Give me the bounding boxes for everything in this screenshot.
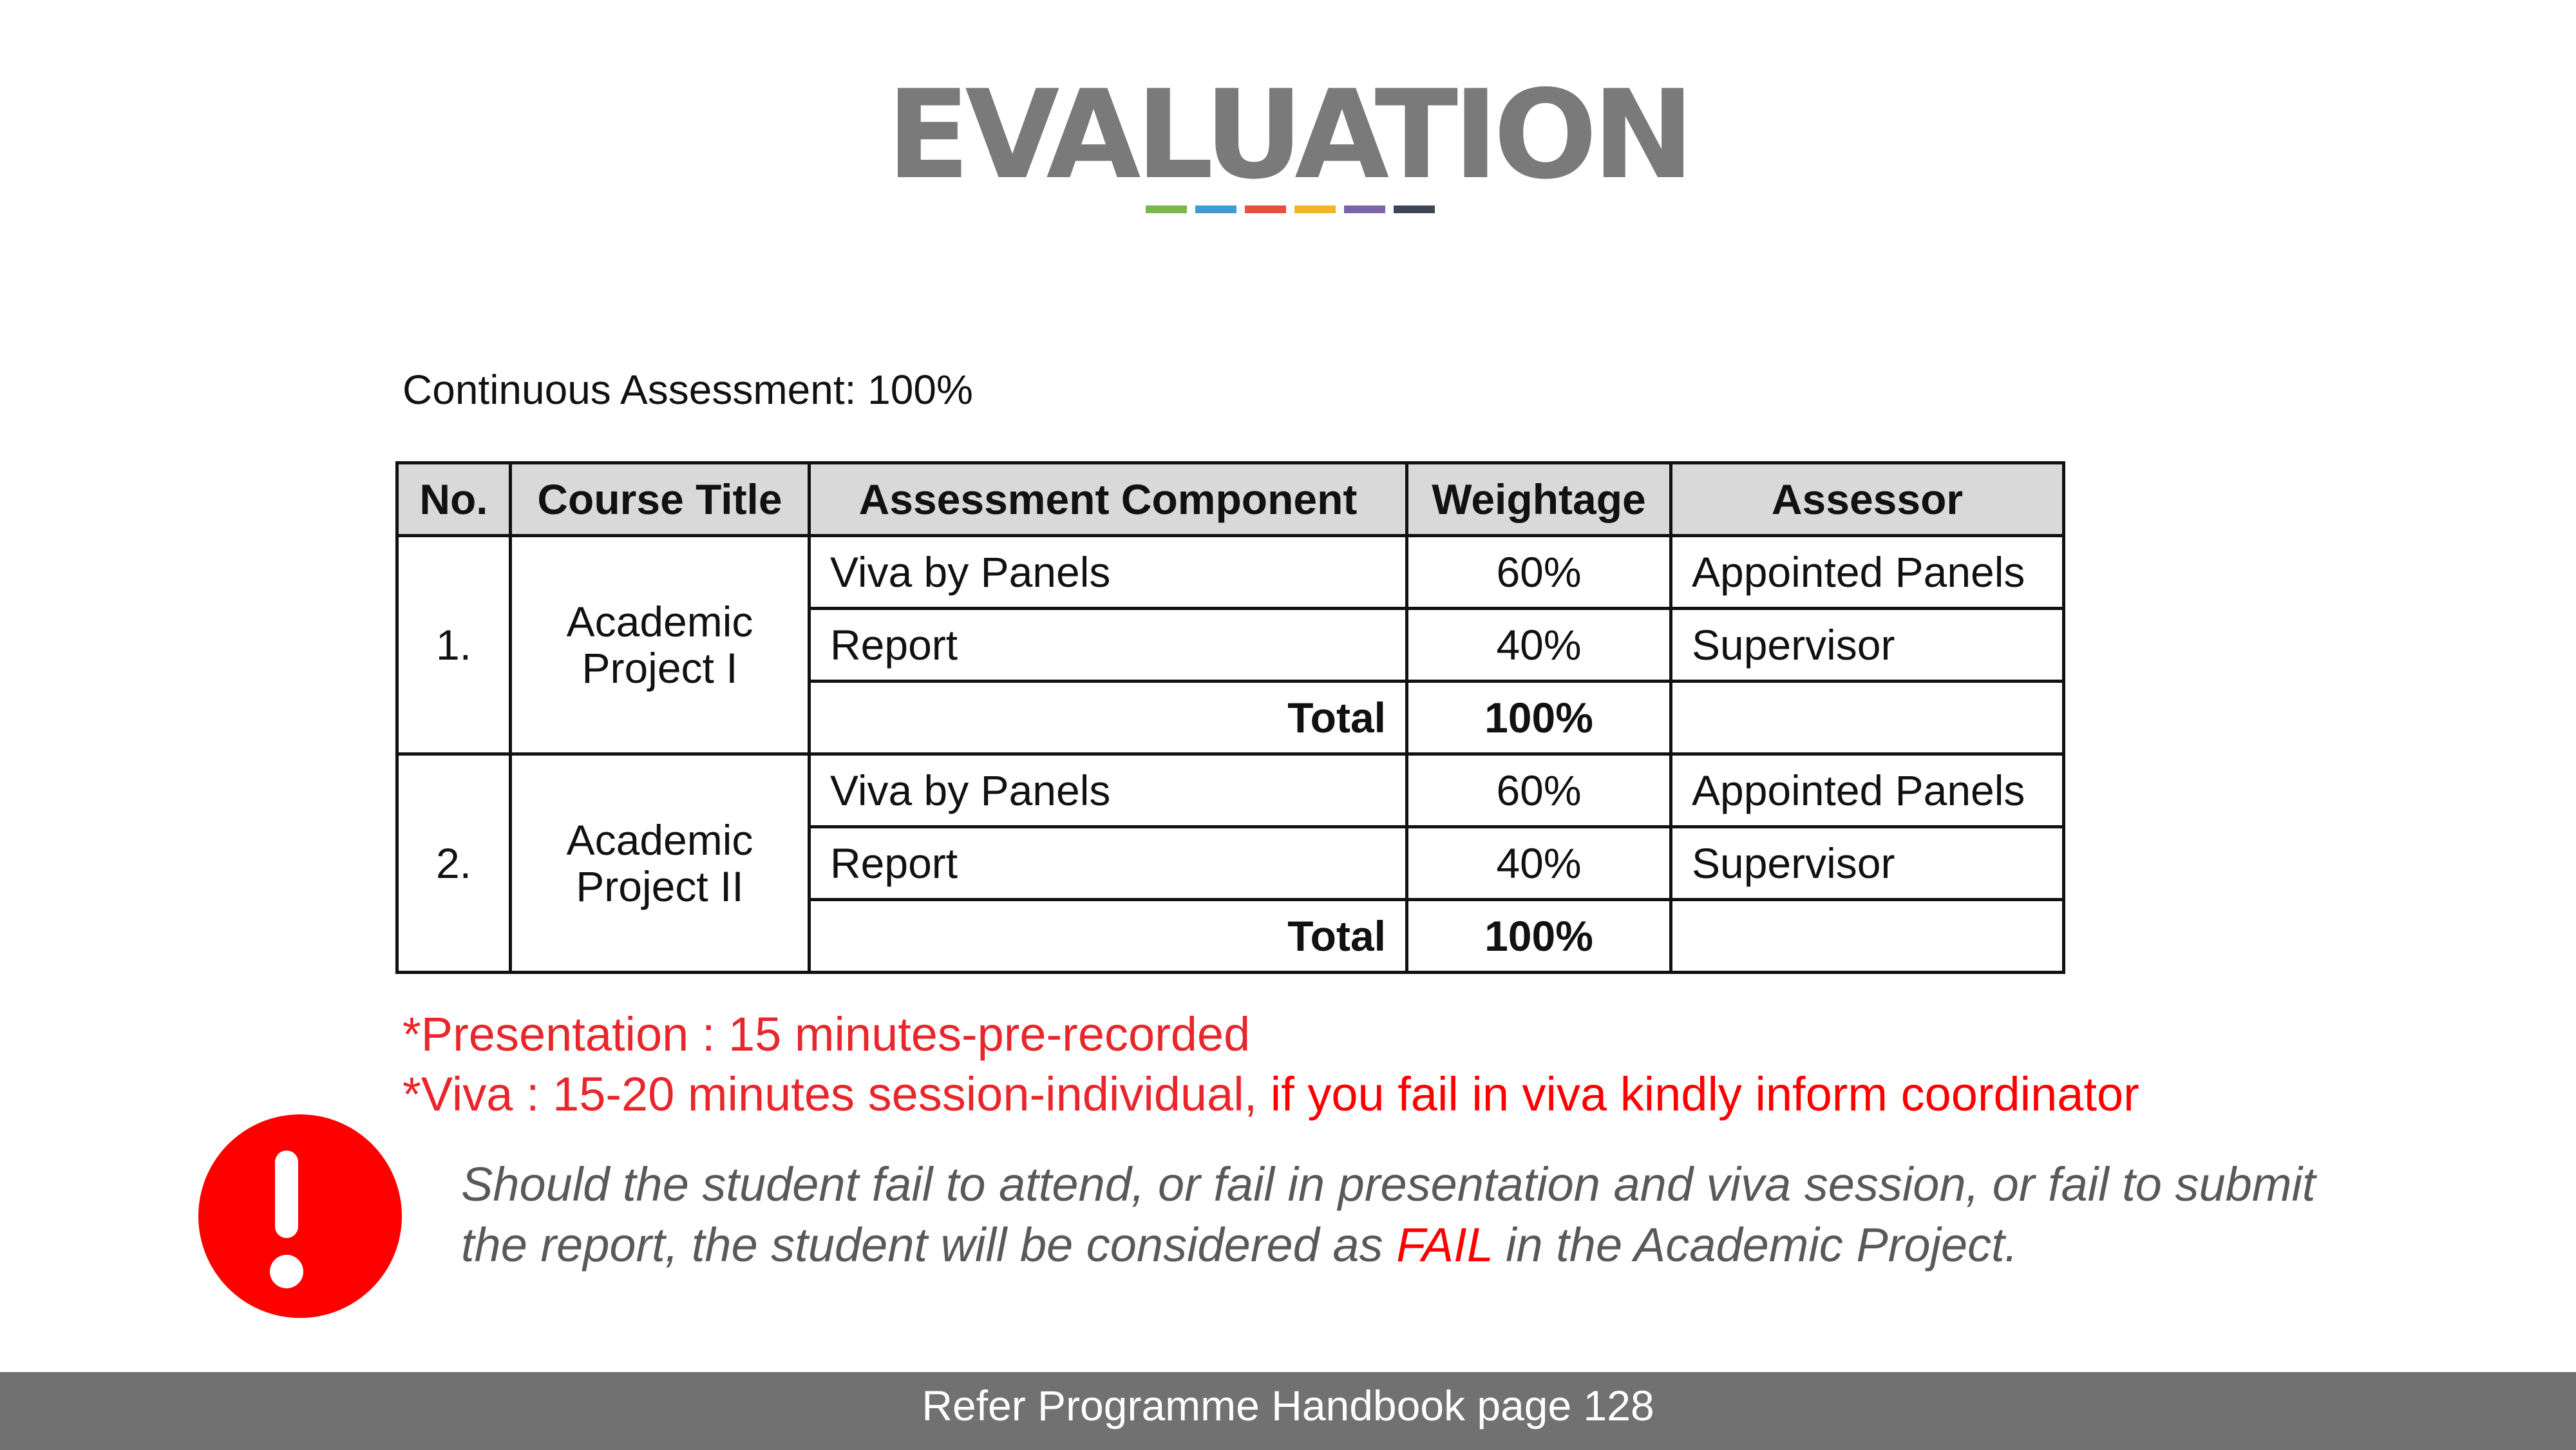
component-assessor: Supervisor [1669,825,2065,901]
course-number: 1. [395,534,512,756]
course-title: Academic Project I [509,534,811,756]
accent-swatch [1245,205,1286,213]
fail-warning-text: Should the student fail to attend, or fa… [461,1154,2393,1275]
total-label: Total [808,898,1408,974]
accent-swatch [1294,205,1336,213]
header-no: No. [395,461,512,537]
empty-cell [1669,898,2065,974]
component-assessor: Appointed Panels [1669,752,2065,828]
viva-note-text: *Viva : 15-20 minutes session-individual… [402,1067,1271,1121]
component-name: Viva by Panels [808,534,1408,610]
accent-color-bar [1146,205,1435,213]
component-weight: 40% [1405,607,1672,683]
component-weight: 60% [1405,752,1672,828]
header-assessor: Assessor [1669,461,2065,537]
course-number: 2. [395,752,512,974]
course-title: Academic Project II [509,752,811,974]
presentation-note: *Presentation : 15 minutes-pre-recorded [402,1007,1251,1061]
total-value: 100% [1405,898,1672,974]
header-course-title: Course Title [509,461,811,537]
viva-note-emphasis: if you fail in viva kindly inform coordi… [1270,1067,2139,1121]
header-weightage: Weightage [1405,461,1672,537]
component-weight: 60% [1405,534,1672,610]
footer-text: Refer Programme Handbook page 128 [922,1382,1654,1429]
alert-circle [198,1114,402,1318]
exclamation-bar [275,1150,298,1238]
component-assessor: Supervisor [1669,607,2065,683]
component-weight: 40% [1405,825,1672,901]
accent-swatch [1195,205,1236,213]
component-name: Report [808,607,1408,683]
assessment-table: No. Course Title Assessment Component We… [395,461,2065,974]
footer-bar: Refer Programme Handbook page 128 [0,1372,2576,1450]
header-assessment-component: Assessment Component [808,461,1408,537]
exclamation-circle-icon [184,1103,416,1328]
total-label: Total [808,680,1408,756]
table-row: 2. Academic Project II Viva by Panels 60… [395,752,2065,974]
component-name: Report [808,825,1408,901]
accent-swatch [1344,205,1385,213]
table-header-row: No. Course Title Assessment Component We… [395,461,2065,537]
exclamation-dot [270,1255,303,1288]
component-assessor: Appointed Panels [1669,534,2065,610]
slide-title: EVALUATION [886,64,1695,206]
warning-text-after: in the Academic Project. [1492,1218,2018,1272]
component-name: Viva by Panels [808,752,1408,828]
accent-swatch [1146,205,1187,213]
total-value: 100% [1405,680,1672,756]
warning-text-before: Should the student fail to attend, or fa… [461,1158,2316,1272]
viva-note: *Viva : 15-20 minutes session-individual… [402,1065,2139,1123]
accent-swatch [1394,205,1435,213]
continuous-assessment-label: Continuous Assessment: 100% [402,367,973,413]
empty-cell [1669,680,2065,756]
table-row: 1. Academic Project I Viva by Panels 60%… [395,534,2065,756]
fail-word: FAIL [1396,1218,1493,1272]
